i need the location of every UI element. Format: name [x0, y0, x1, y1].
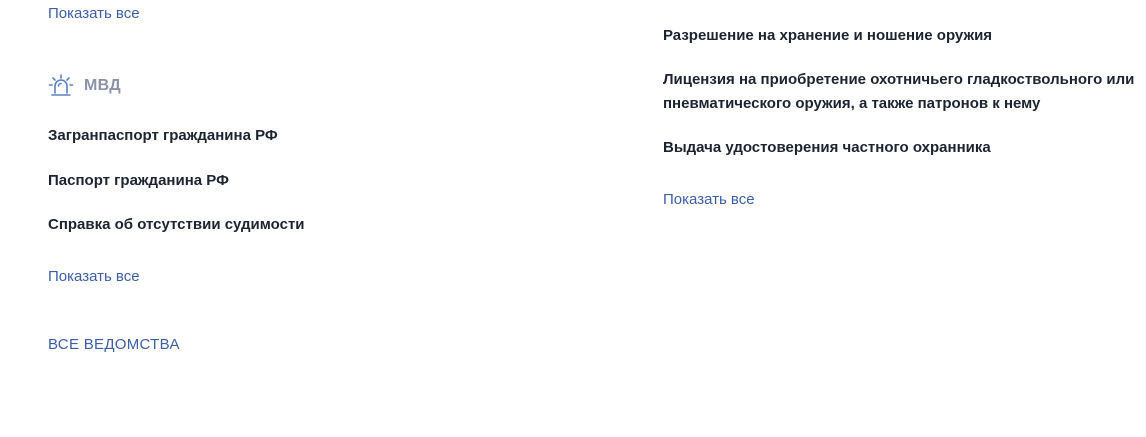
department-header: МВД — [48, 73, 121, 99]
service-link[interactable]: Загранпаспорт гражданина РФ — [48, 124, 278, 148]
show-all-link[interactable]: Показать все — [663, 190, 755, 210]
all-departments-link[interactable]: ВСЕ ВЕДОМСТВА — [48, 335, 180, 355]
show-all-link[interactable]: Показать все — [48, 267, 140, 287]
service-link[interactable]: Паспорт гражданина РФ — [48, 169, 229, 193]
service-link[interactable]: Справка об отсутствии судимости — [48, 213, 305, 237]
siren-icon — [48, 73, 74, 99]
department-name: МВД — [84, 77, 121, 94]
service-link[interactable]: Выдача удостоверения частного охранника — [663, 136, 1143, 160]
services-page: Показать все МВД Загранпаспорт гражданин… — [0, 0, 1146, 437]
service-link[interactable]: Лицензия на приобретение охотничьего гла… — [663, 68, 1143, 116]
service-link[interactable]: Разрешение на хранение и ношение оружия — [663, 24, 1143, 48]
show-all-link-top[interactable]: Показать все — [48, 4, 140, 24]
